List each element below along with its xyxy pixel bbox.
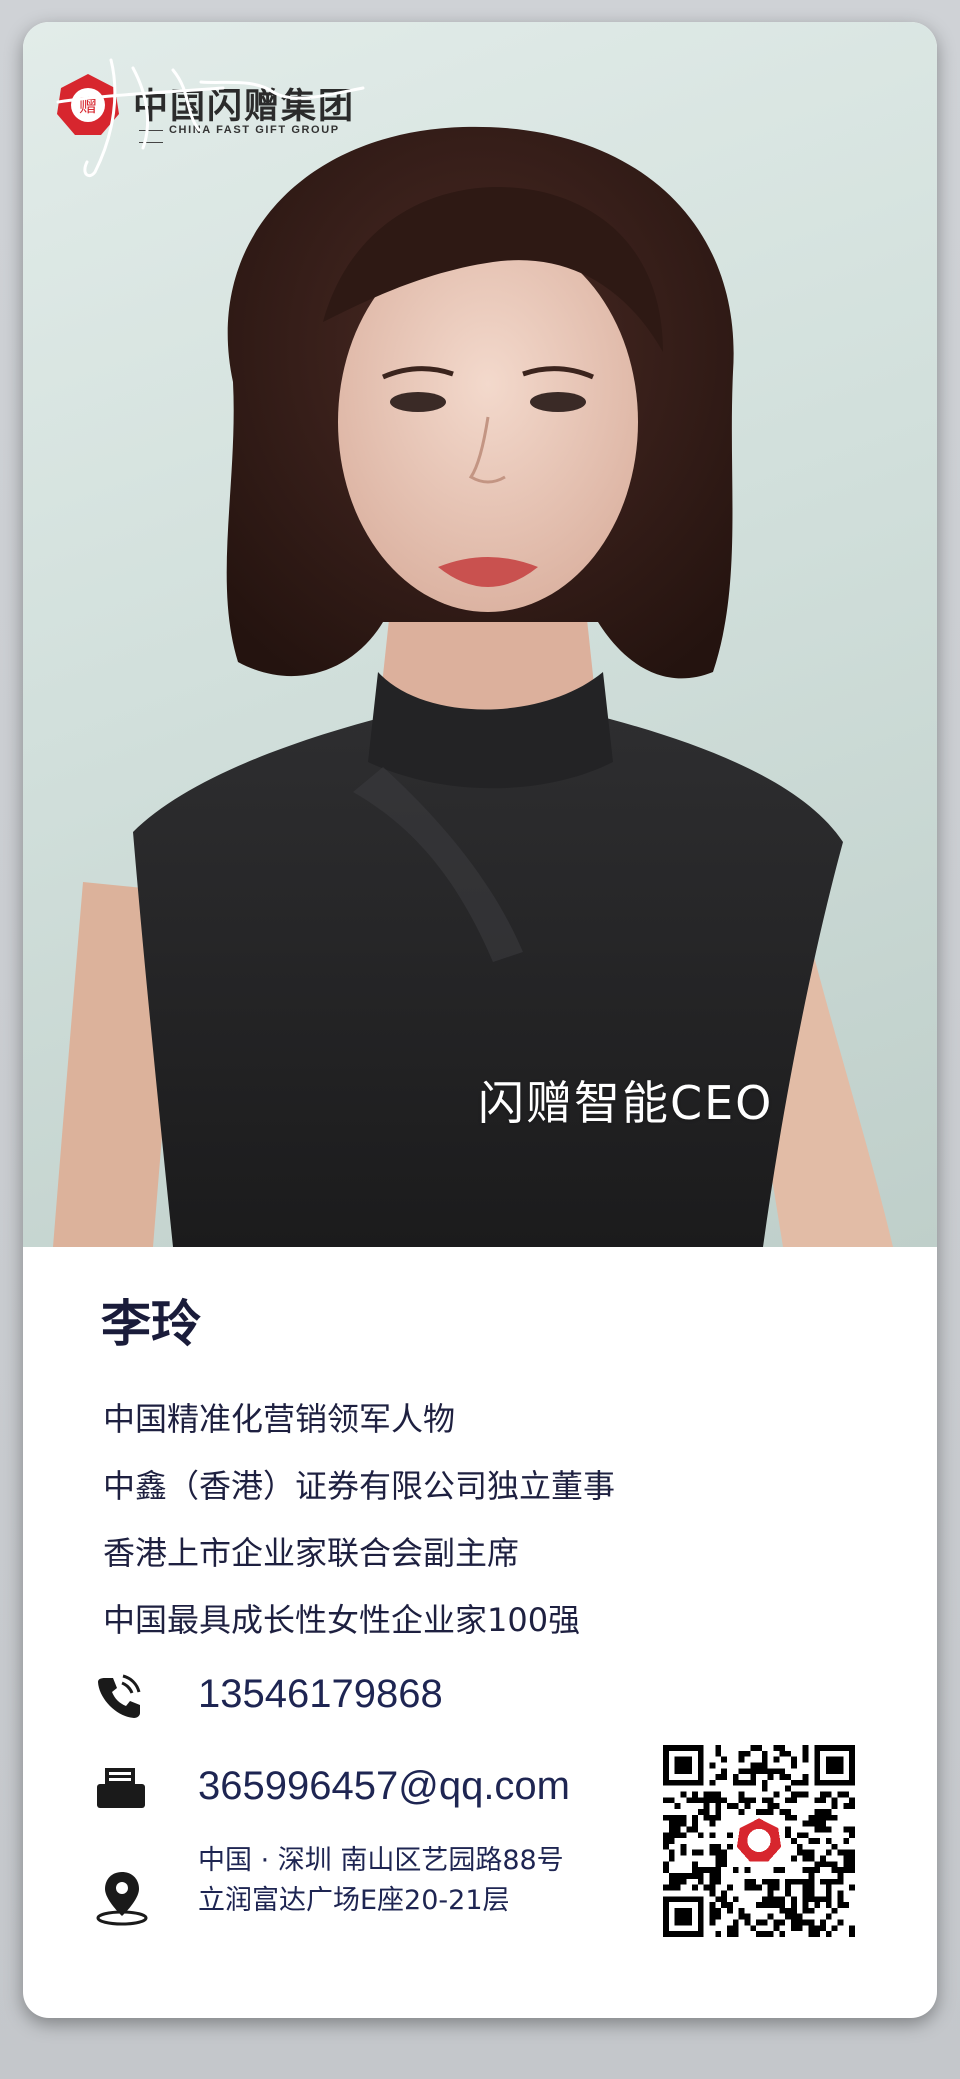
bio-line: 中国精准化营销领军人物 [103, 1400, 456, 1438]
portrait-photo: 赠 中国闪赠集团 CHINA FAST GIFT GROUP 闪赠智能CEO [23, 22, 937, 1247]
handwritten-signature [56, 58, 365, 178]
email-address[interactable]: 365996457@qq.com [198, 1764, 570, 1809]
qr-code[interactable] [663, 1745, 855, 1937]
bio-list: 中国精准化营销领军人物 中鑫（香港）证券有限公司独立董事 香港上市企业家联合会副… [103, 1397, 615, 1665]
person-name: 李玲 [101, 1295, 201, 1353]
address-line-2: 立润富达广场E座20-21层 [198, 1885, 510, 1916]
bio-line: 香港上市企业家联合会副主席 [103, 1534, 520, 1572]
location-pin-icon [96, 1872, 148, 1926]
address-line-1: 中国 · 深圳 南山区艺园路88号 [198, 1845, 564, 1876]
photo-title: 闪赠智能CEO [478, 1076, 774, 1130]
phone-icon [98, 1674, 141, 1718]
bio-line: 中国最具成长性女性企业家100强 [103, 1601, 581, 1639]
phone-number[interactable]: 13546179868 [198, 1672, 443, 1717]
business-card: 赠 中国闪赠集团 CHINA FAST GIFT GROUP 闪赠智能CEO 李… [23, 22, 937, 2018]
bio-line: 中鑫（香港）证券有限公司独立董事 [103, 1467, 616, 1505]
portrait-illustration [53, 126, 893, 1247]
inbox-icon [97, 1768, 145, 1808]
